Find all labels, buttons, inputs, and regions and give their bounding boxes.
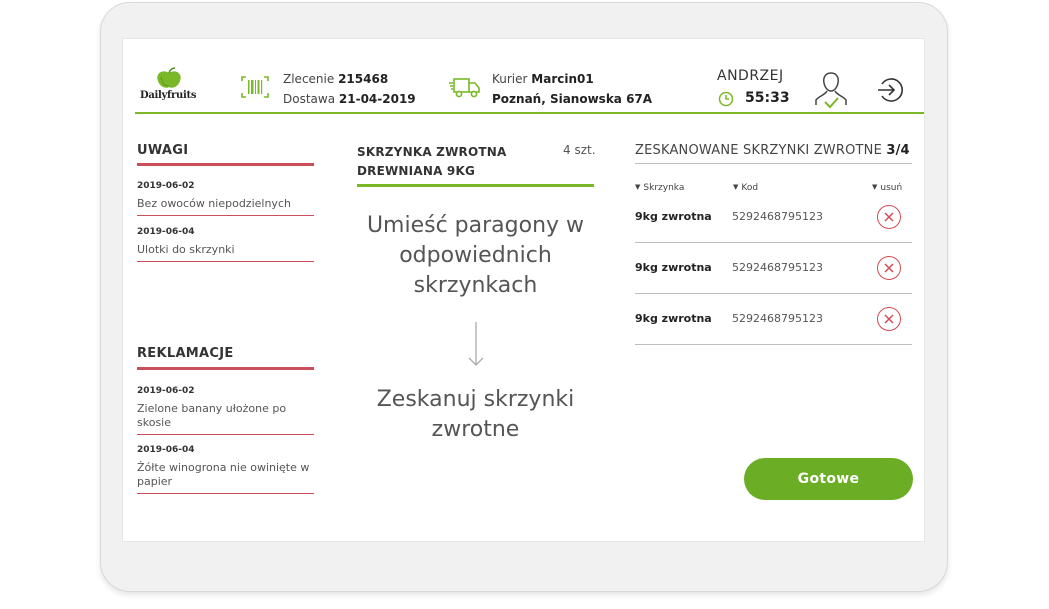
header: Dailyfruits Zlecenie 215468 Dostawa 21-0… xyxy=(123,39,924,113)
clock-icon xyxy=(718,91,734,107)
order-number: 215468 xyxy=(338,72,389,86)
arrow-down-icon xyxy=(468,322,484,366)
scanned-title-label: ZESKANOWANE SKRZYNKI ZWROTNE xyxy=(635,143,883,158)
complaint-text: Żółte winogrona nie owinięte w papier xyxy=(137,461,310,488)
row-type: 9kg zwrotna xyxy=(635,312,712,325)
note-date: 2019-06-04 xyxy=(137,227,195,237)
scanned-progress: 3/4 xyxy=(886,143,910,158)
done-button[interactable]: Gotowe xyxy=(744,458,913,500)
row-code: 5292468795123 xyxy=(732,261,823,274)
session-timer: 55:33 xyxy=(745,90,790,106)
instruction-receipts: Umieść paragony w odpowiednich skrzynkac… xyxy=(366,213,585,298)
complaint-text: Zielone banany ułożone po skosie xyxy=(137,402,287,429)
complaint-item: 2019-06-02 Zielone banany ułożone po sko… xyxy=(137,384,314,435)
courier-address: Poznań, Sianowska 67A xyxy=(492,92,653,106)
instruction-scan: Zeskanuj skrzynki zwrotne xyxy=(376,387,575,442)
complaint-date: 2019-06-04 xyxy=(137,445,195,455)
remove-button[interactable] xyxy=(877,205,901,229)
sort-caret-icon: ▼ xyxy=(733,183,739,191)
delivery-date: 21-04-2019 xyxy=(338,92,416,106)
remove-x-icon xyxy=(884,263,894,273)
complaint-date: 2019-06-02 xyxy=(137,386,195,396)
logout-icon[interactable] xyxy=(875,75,905,105)
app-screen: Dailyfruits Zlecenie 215468 Dostawa 21-0… xyxy=(122,38,925,542)
complaints-title: REKLAMACJE xyxy=(137,346,234,361)
order-label: Zlecenie xyxy=(283,72,335,86)
row-code: 5292468795123 xyxy=(732,210,823,223)
logo: Dailyfruits xyxy=(137,67,201,107)
notes-divider xyxy=(137,163,314,166)
delivery-label: Dostawa xyxy=(283,92,336,106)
table-row: 9kg zwrotna 5292468795123 xyxy=(635,294,912,345)
remove-x-icon xyxy=(884,314,894,324)
note-item: 2019-06-02 Bez owoców niepodzielnych xyxy=(137,179,314,216)
barcode-scan-icon xyxy=(241,76,269,98)
row-type: 9kg zwrotna xyxy=(635,261,712,274)
complaint-item: 2019-06-04 Żółte winogrona nie owinięte … xyxy=(137,443,314,494)
header-divider xyxy=(135,112,924,114)
logo-text: Dailyfruits xyxy=(140,90,197,101)
table-row: 9kg zwrotna 5292468795123 xyxy=(635,243,912,294)
note-item: 2019-06-04 Ulotki do skrzynki xyxy=(137,225,314,262)
sort-caret-icon: ▼ xyxy=(635,183,641,191)
box-type-title: SKRZYNKA ZWROTNA DREWNIANA 9KG xyxy=(357,145,507,178)
note-text: Bez owoców niepodzielnych xyxy=(137,197,291,210)
scanned-title: ZESKANOWANE SKRZYNKI ZWROTNE 3/4 xyxy=(635,143,910,158)
courier-label: Kurier xyxy=(492,72,528,86)
user-name: ANDRZEJ xyxy=(717,68,784,84)
courier-name: Marcin01 xyxy=(531,72,594,86)
truck-icon xyxy=(449,78,480,98)
remove-button[interactable] xyxy=(877,256,901,280)
notes-title: UWAGI xyxy=(137,143,189,158)
complaints-divider xyxy=(137,367,314,370)
sort-caret-icon: ▼ xyxy=(872,183,878,191)
box-divider xyxy=(357,184,594,187)
scanned-divider xyxy=(635,163,912,164)
row-code: 5292468795123 xyxy=(732,312,823,325)
box-count: 4 szt. xyxy=(563,143,596,157)
courier-info: Kurier Marcin01 Poznań, Sianowska 67A xyxy=(492,69,652,109)
note-date: 2019-06-02 xyxy=(137,181,195,191)
remove-x-icon xyxy=(884,212,894,222)
row-type: 9kg zwrotna xyxy=(635,210,712,223)
note-text: Ulotki do skrzynki xyxy=(137,243,235,256)
remove-button[interactable] xyxy=(877,307,901,331)
table-row: 9kg zwrotna 5292468795123 xyxy=(635,192,912,243)
order-info: Zlecenie 215468 Dostawa 21-04-2019 xyxy=(283,69,416,109)
user-check-icon[interactable] xyxy=(813,69,849,111)
apple-logo-icon xyxy=(157,67,181,88)
